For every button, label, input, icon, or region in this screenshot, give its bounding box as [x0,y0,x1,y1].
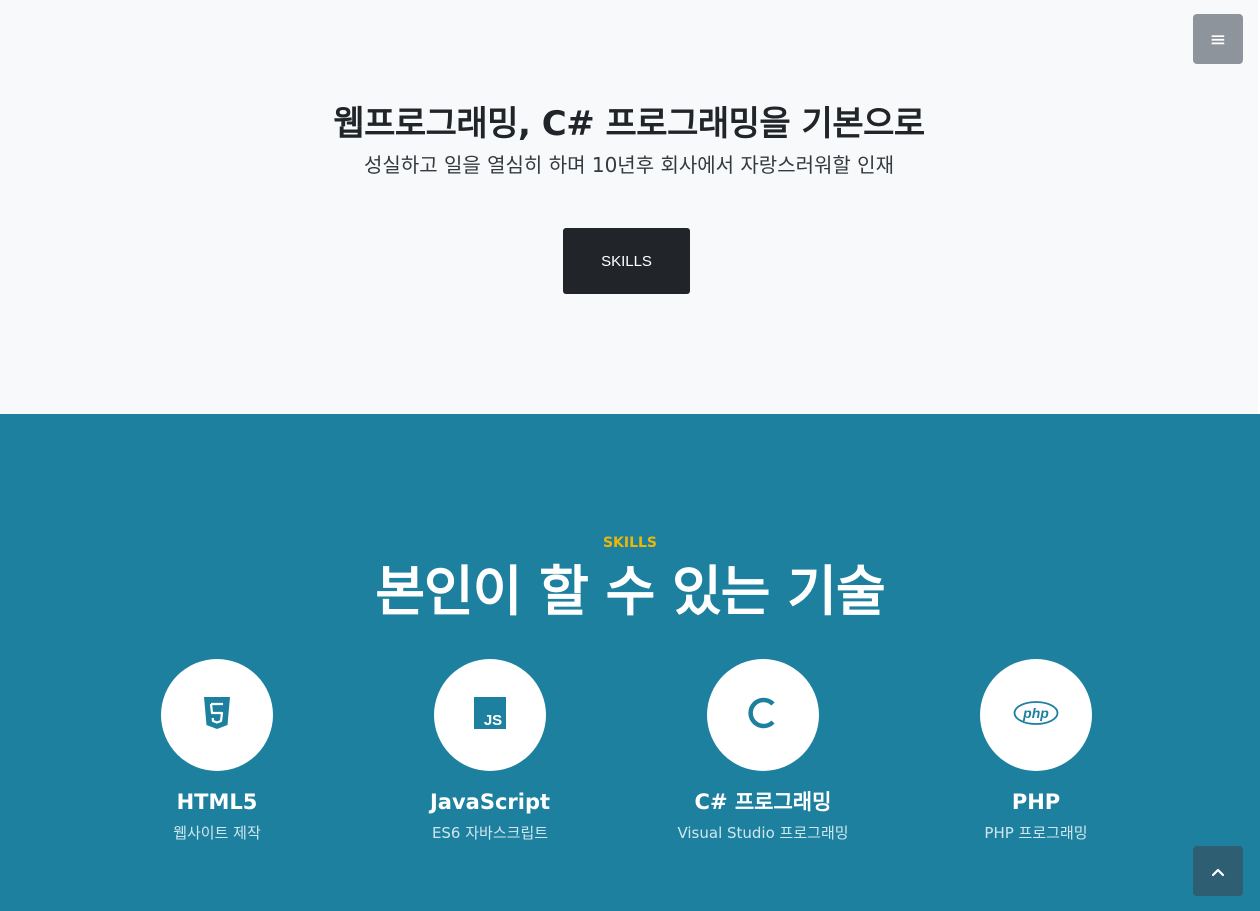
skill-icon-circle[interactable] [161,659,273,771]
menu-icon: ≡ [1209,27,1227,51]
hero-section: 웹프로그래밍, C# 프로그래밍을 기본으로 성실하고 일을 열심히 하며 10… [0,0,1258,414]
hero-subtitle: 성실하고 일을 열심히 하며 10년후 회사에서 자랑스러워할 인재 [364,153,894,177]
skills-section: SKILLS 본인이 할 수 있는 기술 HTML5 웹사이트 제작 JS Ja… [0,414,1260,911]
skill-item-javascript: JS JavaScript ES6 자바스크립트 [370,659,610,843]
skill-description: ES6 자바스크립트 [431,824,549,842]
skill-icon-circle[interactable]: JS [434,659,546,771]
skills-button[interactable]: SKILLS [563,228,690,294]
svg-text:JS: JS [484,712,502,729]
csharp-icon [747,696,779,734]
php-icon: php [1013,700,1059,730]
javascript-icon: JS [474,697,506,733]
skills-title: 본인이 할 수 있는 기술 [375,560,885,623]
skill-name: PHP [1011,790,1061,814]
skill-description: 웹사이트 제작 [173,824,261,842]
menu-toggle-button[interactable]: ≡ [1193,14,1243,64]
html5-icon [202,696,232,734]
chevron-up-icon [1211,862,1225,881]
skill-description: PHP 프로그래밍 [984,824,1088,842]
skill-description: Visual Studio 프로그래밍 [677,824,849,842]
skill-name: HTML5 [176,790,258,814]
skill-name: C# 프로그래밍 [694,790,832,814]
skill-item-csharp: C# 프로그래밍 Visual Studio 프로그래밍 [643,659,883,843]
skill-item-html5: HTML5 웹사이트 제작 [97,659,337,843]
skill-icon-circle[interactable]: php [980,659,1092,771]
scroll-to-top-button[interactable] [1193,846,1243,896]
hero-title: 웹프로그래밍, C# 프로그래밍을 기본으로 [333,104,925,144]
skill-icon-circle[interactable] [707,659,819,771]
skill-name: JavaScript [429,790,551,814]
skill-item-php: php PHP PHP 프로그래밍 [916,659,1156,843]
page: 웹프로그래밍, C# 프로그래밍을 기본으로 성실하고 일을 열심히 하며 10… [0,0,1260,911]
svg-text:php: php [1022,705,1049,721]
